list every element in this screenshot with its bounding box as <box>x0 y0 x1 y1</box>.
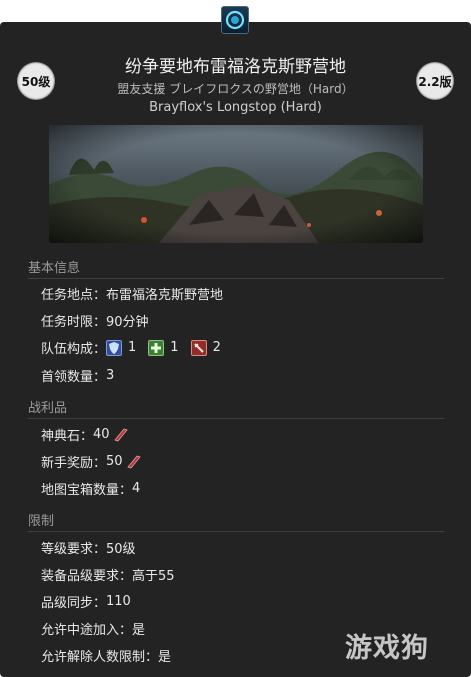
section-restrictions: 限制 <box>28 510 444 532</box>
rookie-bonus-row: 新手奖励： 50 <box>41 452 141 471</box>
healer-count: 1 <box>170 340 179 355</box>
tomestone-row: 神典石： 40 <box>41 425 128 444</box>
time-limit-label: 任务时限： <box>41 315 107 330</box>
unrestricted-party-row: 允许解除人数限制： 是 <box>41 646 171 665</box>
level-sync-row: 品级同步： 110 <box>41 592 131 611</box>
location-row: 任务地点： 布雷福洛克斯野营地 <box>41 284 223 303</box>
section-basic-info: 基本信息 <box>28 257 444 279</box>
duty-title-jp: 盟友支援 ブレイフロクスの野営地（Hard） <box>117 82 354 96</box>
tomestone-value: 40 <box>93 427 110 442</box>
join-in-progress-row: 允许中途加入： 是 <box>41 619 145 638</box>
join-in-progress-value: 是 <box>132 623 146 638</box>
join-in-progress-label: 允许中途加入： <box>41 623 133 638</box>
boss-count-label: 首领数量： <box>41 370 107 385</box>
boss-count-row: 首领数量： 3 <box>41 366 114 385</box>
item-level-label: 装备品级要求： <box>41 569 133 584</box>
duty-banner-image <box>49 125 423 243</box>
tomestone-label: 神典石： <box>41 429 94 444</box>
level-requirement-row: 等级要求： 50级 <box>41 538 136 557</box>
level-sync-value: 110 <box>106 594 131 609</box>
duty-type-icon <box>221 6 249 34</box>
sword-icon <box>190 339 207 356</box>
level-badge: 50级 <box>17 62 55 100</box>
dps-count: 2 <box>212 340 221 355</box>
party-label: 队伍构成： <box>41 342 107 357</box>
time-limit-row: 任务时限： 90分钟 <box>41 311 149 330</box>
time-limit-value: 90分钟 <box>106 315 149 330</box>
unrestricted-party-label: 允许解除人数限制： <box>41 650 159 665</box>
map-chest-row: 地图宝箱数量： 4 <box>41 479 140 498</box>
item-level-row: 装备品级要求： 高于55 <box>41 565 175 584</box>
location-value: 布雷福洛克斯野营地 <box>106 288 224 303</box>
watermark-text: 游戏狗 <box>345 632 429 664</box>
unrestricted-party-value: 是 <box>158 650 172 665</box>
shield-icon <box>106 339 123 356</box>
tomestone-icon <box>113 428 128 442</box>
location-label: 任务地点： <box>41 288 107 303</box>
level-requirement-value: 50级 <box>106 542 136 557</box>
version-badge: 2.2版 <box>416 62 454 100</box>
plus-icon <box>148 339 165 356</box>
boss-count-value: 3 <box>106 368 115 383</box>
site-watermark-logo: 游戏狗 <box>345 623 465 667</box>
rookie-bonus-label: 新手奖励： <box>41 456 107 471</box>
party-composition-row: 队伍构成： 1 1 2 <box>41 338 233 357</box>
rookie-bonus-value: 50 <box>106 454 123 469</box>
item-level-value: 高于55 <box>132 569 175 584</box>
section-loot: 战利品 <box>28 397 444 419</box>
level-sync-label: 品级同步： <box>41 596 107 611</box>
tomestone-icon <box>126 455 141 469</box>
duty-title-en: Brayflox's Longstop (Hard) <box>149 100 322 115</box>
map-chest-label: 地图宝箱数量： <box>41 483 133 498</box>
tank-count: 1 <box>128 340 137 355</box>
level-requirement-label: 等级要求： <box>41 542 107 557</box>
duty-title: 纷争要地布雷福洛克斯野营地 <box>125 57 346 77</box>
map-chest-value: 4 <box>132 481 141 496</box>
